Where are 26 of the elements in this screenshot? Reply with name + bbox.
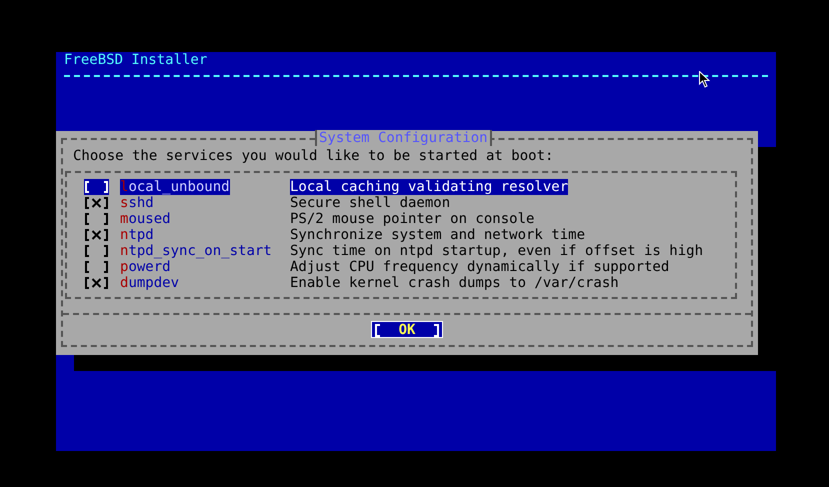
service-description: Synchronize system and network time bbox=[290, 227, 586, 243]
service-description: Sync time on ntpd startup, even if offset is high bbox=[290, 243, 704, 259]
service-name[interactable]: ntpd_sync_on_start bbox=[120, 243, 272, 259]
service-name[interactable]: dumpdev bbox=[120, 275, 180, 291]
checkbox[interactable] bbox=[84, 275, 109, 291]
service-description: Adjust CPU frequency dynamically if supported bbox=[290, 259, 670, 275]
ok-button[interactable]: OK bbox=[371, 321, 443, 338]
service-name[interactable]: sshd bbox=[120, 195, 154, 211]
service-name[interactable]: local_unbound bbox=[120, 179, 230, 195]
checkbox[interactable] bbox=[84, 259, 109, 275]
dialog-prompt: Choose the services you would like to be started at boot: bbox=[73, 148, 554, 164]
checkbox[interactable] bbox=[84, 211, 109, 227]
checkbox[interactable] bbox=[84, 179, 109, 195]
service-name[interactable]: ntpd bbox=[120, 227, 154, 243]
mouse-pointer-icon bbox=[699, 71, 710, 88]
installer-title: FreeBSD Installer bbox=[64, 52, 208, 68]
checkbox[interactable] bbox=[84, 227, 109, 243]
service-name[interactable]: moused bbox=[120, 211, 171, 227]
service-description: Secure shell daemon bbox=[290, 195, 450, 211]
service-description: Enable kernel crash dumps to /var/crash bbox=[290, 275, 619, 291]
checkbox[interactable] bbox=[84, 195, 109, 211]
service-description: Local caching validating resolver bbox=[290, 179, 568, 195]
dialog-title: System Configuration bbox=[315, 130, 492, 146]
checkbox[interactable] bbox=[84, 243, 109, 259]
service-description: PS/2 mouse pointer on console bbox=[290, 211, 534, 227]
service-name[interactable]: powerd bbox=[120, 259, 171, 275]
